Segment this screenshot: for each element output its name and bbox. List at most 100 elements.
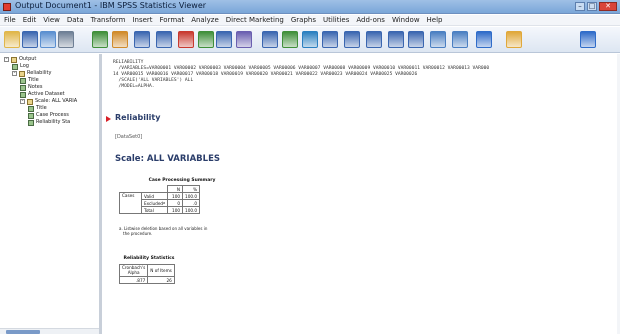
col-header-alpha: Cronbach's Alpha <box>118 264 149 277</box>
outline-item-case-process[interactable]: Case Process <box>28 112 69 119</box>
col-header-pct: % <box>182 185 201 193</box>
dataset-icon <box>20 91 26 98</box>
collapse-toggle-icon[interactable]: - <box>12 71 17 76</box>
cases-group-label: Cases <box>119 192 142 214</box>
outline-item-label: Output <box>19 56 37 62</box>
hide-icon[interactable] <box>452 31 468 48</box>
collapse-icon[interactable] <box>408 31 424 48</box>
expand-icon[interactable] <box>388 31 404 48</box>
outline-item-log[interactable]: Log <box>12 63 29 70</box>
show-all-icon[interactable] <box>282 31 298 48</box>
print-preview-icon[interactable] <box>58 31 74 48</box>
close-button[interactable]: ✕ <box>599 2 617 11</box>
outline-item-title[interactable]: Title <box>20 77 39 84</box>
outline-pane[interactable]: - Output Log - Reliability Title Notes Active D… <box>0 54 102 334</box>
outline-item-reliability-sta[interactable]: Reliability Sta <box>28 119 70 126</box>
outline-item-label: Active Dataset <box>28 91 65 97</box>
book-icon <box>19 70 25 77</box>
window-title: Output Document1 - IBM SPSS Statistics V… <box>15 1 207 10</box>
row-label-total: Total <box>140 206 169 214</box>
app-icon <box>3 3 11 11</box>
designate-window-icon[interactable] <box>322 31 338 48</box>
cell-n-items: 26 <box>147 276 175 284</box>
outline-item-label: Title <box>36 105 47 111</box>
menu-bar: File Edit View Data Transform Insert Format Ana… <box>0 15 620 26</box>
collapse-toggle-icon[interactable]: - <box>4 57 9 62</box>
outline-item-label: Notes <box>28 84 43 90</box>
outline-horizontal-scrollbar[interactable] <box>0 328 99 334</box>
undo-icon[interactable] <box>134 31 150 48</box>
cell-total-pct: 100.0 <box>182 206 201 214</box>
outline-item-label: Scale: ALL VARIA <box>35 98 78 104</box>
outline-item-label: Reliability <box>27 70 52 76</box>
reliability-stats-table[interactable]: Cronbach's Alpha N of Items .877 26 <box>118 264 175 284</box>
insert-heading-icon[interactable] <box>476 31 492 48</box>
syntax-line: /MODEL=ALPHA. <box>113 84 155 89</box>
outline-item-reliability[interactable]: - Reliability <box>12 70 51 77</box>
menu-utilities[interactable]: Utilities <box>323 15 349 25</box>
table-icon <box>28 119 34 126</box>
goto-case-icon[interactable] <box>198 31 214 48</box>
col-header-n: N <box>167 185 184 193</box>
insert-text-icon[interactable] <box>580 31 596 48</box>
menu-transform[interactable]: Transform <box>91 15 126 25</box>
notes-icon <box>20 84 26 91</box>
menu-window[interactable]: Window <box>392 15 420 25</box>
variables-icon[interactable] <box>236 31 252 48</box>
outline-item-label: Log <box>20 63 29 69</box>
recall-dialog-icon[interactable] <box>112 31 128 48</box>
outline-item-notes[interactable]: Notes <box>20 84 42 91</box>
outline-item-title[interactable]: Title <box>28 105 47 112</box>
menu-add-ons[interactable]: Add-ons <box>356 15 385 25</box>
collapse-toggle-icon[interactable]: - <box>20 99 25 104</box>
cell-valid-n: 100 <box>167 192 184 200</box>
maximize-button[interactable]: □ <box>587 2 597 11</box>
print-icon[interactable] <box>40 31 56 48</box>
output-content-pane[interactable]: RELIABILITY /VARIABLES=VAR00001 VAR00002… <box>105 54 620 334</box>
demote-icon[interactable] <box>366 31 382 48</box>
show-icon[interactable] <box>430 31 446 48</box>
export-icon[interactable] <box>92 31 108 48</box>
cell-valid-pct: 100.0 <box>182 192 201 200</box>
goto-data-icon[interactable] <box>178 31 194 48</box>
goto-variable-icon[interactable] <box>216 31 232 48</box>
minimize-button[interactable]: – <box>575 2 585 11</box>
menu-insert[interactable]: Insert <box>132 15 152 25</box>
case-summary-caption: Case Processing Summary <box>148 178 216 183</box>
outline-item-output[interactable]: - Output <box>4 56 36 63</box>
use-sets-icon[interactable] <box>262 31 278 48</box>
title-icon <box>20 77 26 84</box>
menu-format[interactable]: Format <box>160 15 185 25</box>
menu-help[interactable]: Help <box>427 15 443 25</box>
menu-file[interactable]: File <box>4 15 16 25</box>
redo-icon[interactable] <box>156 31 172 48</box>
output-book-icon <box>11 56 17 63</box>
menu-analyze[interactable]: Analyze <box>191 15 219 25</box>
toolbar <box>0 27 620 53</box>
select-output-icon[interactable] <box>302 31 318 48</box>
menu-direct-marketing[interactable]: Direct Marketing <box>226 15 284 25</box>
promote-icon[interactable] <box>344 31 360 48</box>
log-icon <box>12 63 18 70</box>
menu-data[interactable]: Data <box>67 15 84 25</box>
outline-item-scale-all-varia[interactable]: - Scale: ALL VARIA <box>20 98 77 105</box>
outline-item-label: Case Process <box>36 112 69 118</box>
case-summary-footnote-2: the procedure. <box>123 231 153 236</box>
scale-title: Scale: ALL VARIABLES <box>115 154 220 164</box>
procedure-heading: Reliability <box>115 113 161 122</box>
title-bar: Output Document1 - IBM SPSS Statistics V… <box>0 0 620 14</box>
menu-view[interactable]: View <box>43 15 60 25</box>
title-icon <box>28 105 34 112</box>
menu-edit[interactable]: Edit <box>23 15 37 25</box>
save-icon[interactable] <box>22 31 38 48</box>
cell-excluded-n: 0 <box>167 199 184 207</box>
menu-graphs[interactable]: Graphs <box>291 15 316 25</box>
cell-alpha: .877 <box>118 276 149 284</box>
cell-excluded-pct: .0 <box>182 199 201 207</box>
insert-title-icon[interactable] <box>506 31 522 48</box>
open-icon[interactable] <box>4 31 20 48</box>
outline-item-active-dataset[interactable]: Active Dataset <box>20 91 65 98</box>
scrollbar-thumb[interactable] <box>6 330 40 334</box>
syntax-log: RELIABILITY /VARIABLES=VAR00001 VAR00002… <box>113 60 489 90</box>
case-summary-table[interactable]: N % Cases Valid 100 100.0 Excludedª 0 .0… <box>119 185 201 214</box>
